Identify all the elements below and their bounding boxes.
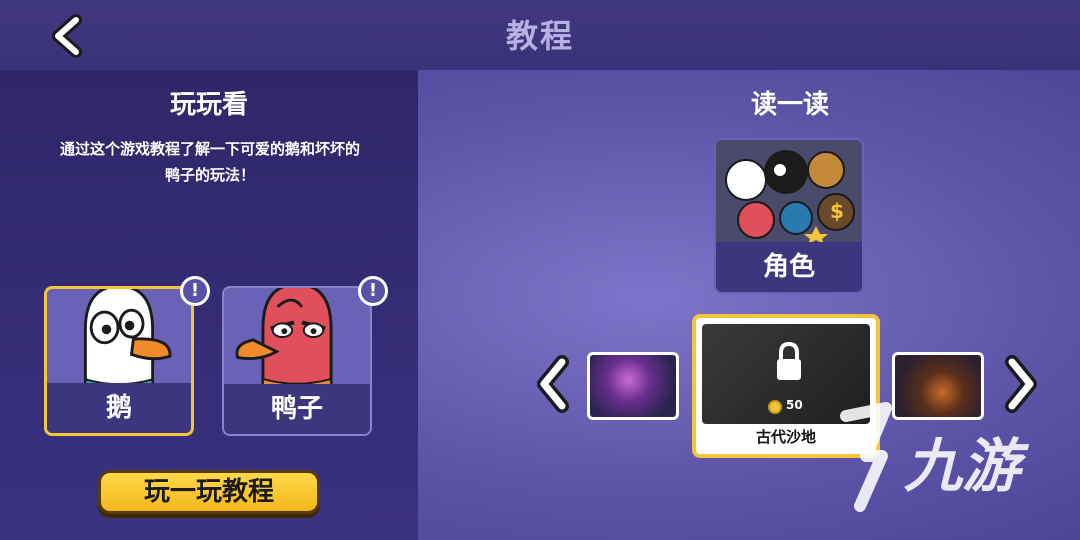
play-tutorial-button[interactable]: 玩一玩教程 — [98, 470, 320, 514]
lock-icon — [777, 342, 801, 380]
goose-alert-badge: ! — [180, 276, 210, 306]
roles-card[interactable]: $ 角色 — [714, 138, 864, 294]
play-panel-title: 玩玩看 — [169, 90, 248, 120]
exclamation-icon: ! — [190, 280, 200, 301]
watermark-text: 九游 — [904, 432, 1030, 500]
exclamation-icon: ! — [368, 280, 378, 301]
goose-card[interactable]: 鹅 — [44, 286, 194, 436]
goose-portrait — [47, 289, 191, 389]
map-cost: 50 — [786, 398, 803, 412]
page-title: 教程 — [505, 17, 574, 55]
play-panel-description: 通过这个游戏教程了解一下可爱的鹅和坏坏的鸭子的玩法！ — [60, 140, 361, 184]
duck-card-label: 鸭子 — [224, 384, 370, 434]
duck-card[interactable]: 鸭子 — [222, 286, 372, 436]
map-thumbnail-previous[interactable] — [587, 352, 679, 420]
goose-card-label: 鹅 — [47, 383, 191, 433]
coin-icon — [768, 400, 782, 414]
chevron-left-icon — [537, 355, 569, 413]
roles-card-label: 角色 — [716, 242, 862, 292]
site-watermark-logo: 九游 — [840, 402, 1030, 512]
duck-portrait — [224, 288, 370, 388]
read-panel-title: 读一读 — [750, 90, 829, 120]
svg-text:$: $ — [830, 199, 844, 223]
roles-collage-image: $ — [716, 140, 862, 244]
duck-alert-badge: ! — [358, 276, 388, 306]
carousel-prev-button[interactable] — [534, 354, 574, 414]
